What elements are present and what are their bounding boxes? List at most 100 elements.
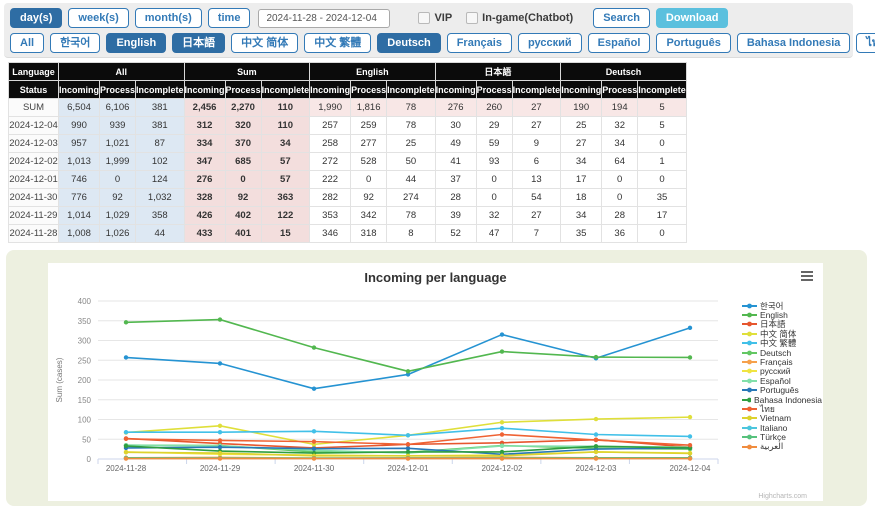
- cell: 222: [310, 171, 351, 189]
- data-point[interactable]: [218, 438, 222, 442]
- data-point[interactable]: [688, 451, 692, 455]
- language-button-x[interactable]: 中文 繁體: [304, 33, 371, 53]
- language-button-x[interactable]: ไทย: [856, 33, 875, 53]
- data-point[interactable]: [218, 317, 222, 321]
- data-point[interactable]: [594, 444, 598, 448]
- data-point[interactable]: [688, 443, 692, 447]
- checkbox-vip: VIP: [418, 12, 452, 24]
- cell: 59: [476, 135, 512, 153]
- data-point[interactable]: [688, 415, 692, 419]
- legend-item-x[interactable]: русский: [742, 367, 822, 376]
- group-header-x: 日本語: [435, 63, 561, 81]
- period-button-month-s[interactable]: month(s): [135, 8, 202, 28]
- data-point[interactable]: [594, 456, 598, 460]
- data-point[interactable]: [500, 420, 504, 424]
- data-point[interactable]: [594, 438, 598, 442]
- data-point[interactable]: [124, 450, 128, 454]
- data-point[interactable]: [500, 432, 504, 436]
- period-button-day-s[interactable]: day(s): [10, 8, 62, 28]
- row-label: 2024-11-30: [9, 189, 59, 207]
- checkbox-box-vip[interactable]: [418, 12, 430, 24]
- language-button-espa-ol[interactable]: Español: [588, 33, 651, 53]
- legend-item-fran-ais[interactable]: Français: [742, 357, 822, 366]
- data-point[interactable]: [500, 426, 504, 430]
- checkbox-box-in-game-chatbot[interactable]: [466, 12, 478, 24]
- data-point[interactable]: [218, 430, 222, 434]
- data-point[interactable]: [124, 430, 128, 434]
- search-button[interactable]: Search: [593, 8, 650, 28]
- cell: 25: [561, 117, 602, 135]
- data-point[interactable]: [218, 456, 222, 460]
- legend-item-x[interactable]: 한국어: [742, 301, 822, 310]
- language-button-bahasa-indonesia[interactable]: Bahasa Indonesia: [737, 33, 851, 53]
- cell: 276: [435, 99, 476, 117]
- subheader-english-process: Process: [351, 81, 387, 99]
- legend-item-x[interactable]: العربية: [742, 442, 822, 451]
- data-point[interactable]: [500, 450, 504, 454]
- data-point[interactable]: [500, 349, 504, 353]
- data-point[interactable]: [218, 361, 222, 365]
- data-point[interactable]: [312, 429, 316, 433]
- cell: 122: [261, 207, 310, 225]
- legend-item-espa-ol[interactable]: Español: [742, 376, 822, 385]
- language-button-fran-ais[interactable]: Français: [447, 33, 512, 53]
- data-point[interactable]: [218, 451, 222, 455]
- data-point[interactable]: [406, 369, 410, 373]
- cell: 35: [561, 225, 602, 243]
- chart-menu-icon[interactable]: [799, 269, 815, 283]
- data-point[interactable]: [312, 386, 316, 390]
- data-point[interactable]: [218, 424, 222, 428]
- legend-item-portugu-s[interactable]: Português: [742, 386, 822, 395]
- data-point[interactable]: [688, 326, 692, 330]
- language-button-english[interactable]: English: [106, 33, 166, 53]
- data-point[interactable]: [688, 355, 692, 359]
- corner-status-header: Status: [9, 81, 59, 99]
- cell: 328: [184, 189, 225, 207]
- data-point[interactable]: [124, 444, 128, 448]
- data-point[interactable]: [406, 450, 410, 454]
- language-button-x[interactable]: русский: [518, 33, 582, 53]
- corner-language-header: Language: [9, 63, 59, 81]
- language-button-x[interactable]: 中文 简体: [231, 33, 298, 53]
- language-button-portugu-s[interactable]: Português: [656, 33, 730, 53]
- data-point[interactable]: [124, 355, 128, 359]
- table-row-2024-12-01: 2024-12-017460124276057222044370131700: [9, 171, 687, 189]
- data-point[interactable]: [594, 417, 598, 421]
- data-point[interactable]: [594, 432, 598, 436]
- cell: 92: [351, 189, 387, 207]
- cell: 18: [561, 189, 602, 207]
- data-point[interactable]: [406, 442, 410, 446]
- data-point[interactable]: [688, 434, 692, 438]
- data-point[interactable]: [218, 445, 222, 449]
- data-point[interactable]: [594, 450, 598, 454]
- language-button-x[interactable]: 한국어: [50, 33, 100, 53]
- legend-item-italiano[interactable]: Italiano: [742, 423, 822, 432]
- download-button[interactable]: Download: [656, 8, 729, 28]
- data-point[interactable]: [312, 439, 316, 443]
- language-button-deutsch[interactable]: Deutsch: [377, 33, 440, 53]
- data-point[interactable]: [406, 433, 410, 437]
- cell: 1,032: [136, 189, 185, 207]
- period-button-week-s[interactable]: week(s): [68, 8, 128, 28]
- data-point[interactable]: [124, 320, 128, 324]
- data-point[interactable]: [594, 355, 598, 359]
- data-point[interactable]: [688, 456, 692, 460]
- data-point[interactable]: [312, 345, 316, 349]
- language-button-all[interactable]: All: [10, 33, 44, 53]
- period-button-time[interactable]: time: [208, 8, 251, 28]
- legend-item-x[interactable]: ไทย: [742, 404, 822, 413]
- data-point[interactable]: [312, 447, 316, 451]
- data-point[interactable]: [500, 456, 504, 460]
- legend-item-deutsch[interactable]: Deutsch: [742, 348, 822, 357]
- data-point[interactable]: [124, 437, 128, 441]
- legend-item-bahasa-indonesia[interactable]: Bahasa Indonesia: [742, 395, 822, 404]
- legend-item-x[interactable]: 中文 繁體: [742, 339, 822, 348]
- legend-item-vietnam[interactable]: Vietnam: [742, 414, 822, 423]
- date-range-input[interactable]: [258, 9, 390, 28]
- data-point[interactable]: [500, 332, 504, 336]
- data-point[interactable]: [124, 456, 128, 460]
- data-point[interactable]: [500, 444, 504, 448]
- data-point[interactable]: [312, 456, 316, 460]
- language-button-x[interactable]: 日本語: [172, 33, 225, 53]
- data-point[interactable]: [406, 456, 410, 460]
